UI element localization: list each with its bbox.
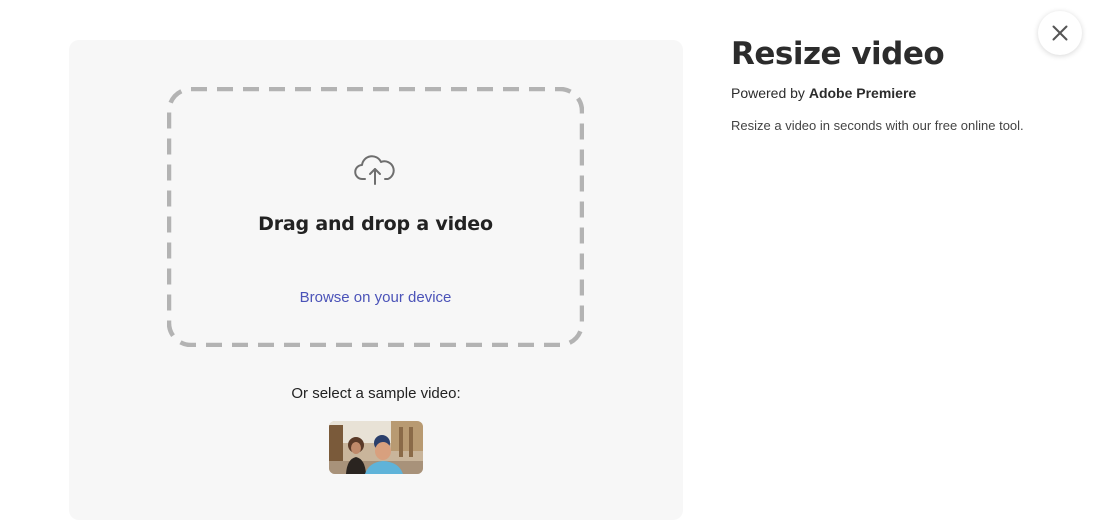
- video-dropzone[interactable]: Drag and drop a video Browse on your dev…: [167, 87, 584, 347]
- page-title: Resize video: [731, 36, 945, 72]
- sample-video-thumbnail[interactable]: [329, 421, 423, 474]
- powered-by-prefix: Powered by: [731, 85, 805, 101]
- browse-device-link[interactable]: Browse on your device: [167, 289, 584, 306]
- resize-video-dialog: Drag and drop a video Browse on your dev…: [0, 0, 1094, 525]
- upload-panel: Drag and drop a video Browse on your dev…: [69, 40, 683, 520]
- dropzone-title: Drag and drop a video: [258, 213, 493, 235]
- powered-by-line: Powered by Adobe Premiere: [731, 85, 1051, 101]
- close-icon: [1052, 25, 1068, 41]
- powered-by-brand: Adobe Premiere: [808, 85, 917, 101]
- close-button[interactable]: [1038, 11, 1082, 55]
- tool-description: Resize a video in seconds with our free …: [731, 118, 1024, 133]
- sample-video-label: Or select a sample video:: [291, 385, 461, 402]
- cloud-upload-icon: [354, 155, 395, 185]
- sample-video-image: [329, 421, 423, 474]
- tool-info: Resize video Powered by Adobe Premiere R…: [731, 34, 1051, 133]
